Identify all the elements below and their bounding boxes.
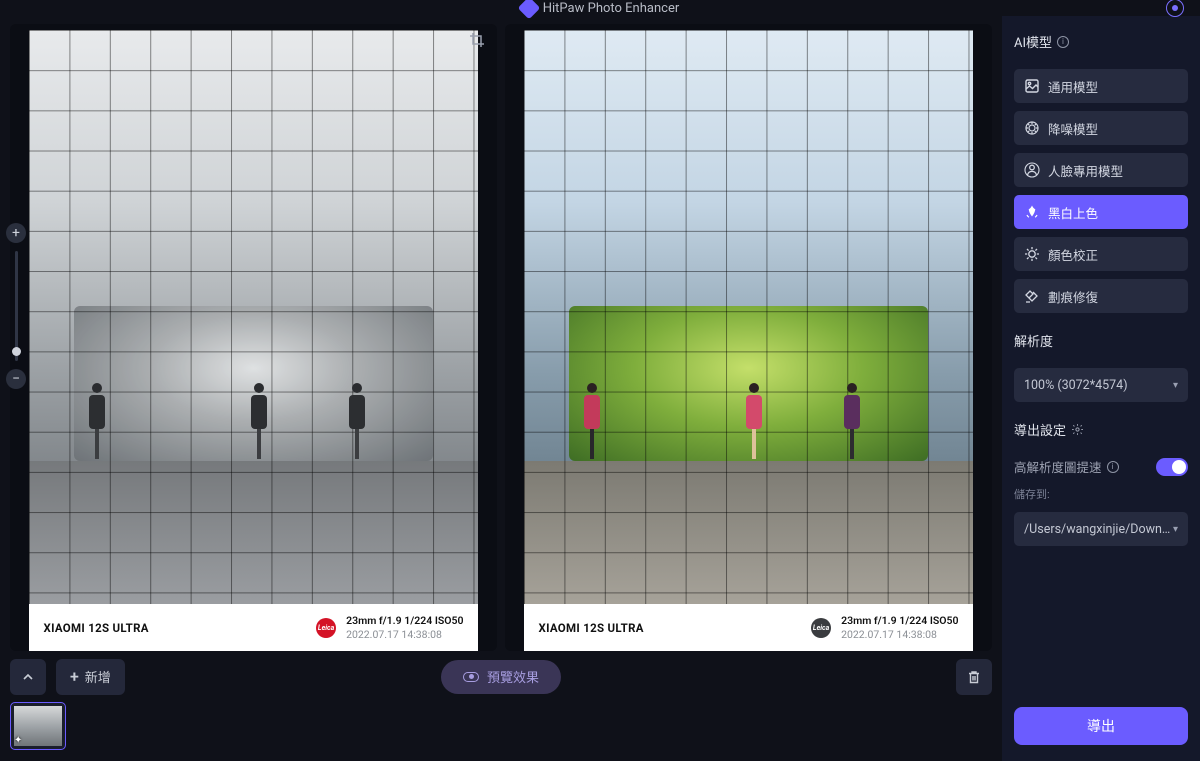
zoom-slider-track[interactable] — [15, 251, 18, 361]
delete-button[interactable] — [956, 659, 992, 695]
thumbnail[interactable]: ✦ — [10, 702, 66, 750]
hires-label: 高解析度圖提速 — [1014, 457, 1102, 476]
app-title: HitPaw Photo Enhancer — [543, 1, 680, 16]
save-path: /Users/wangxinjie/Downloads — [1024, 522, 1173, 537]
sidebar: AI模型 i 通用模型降噪模型人臉專用模型黑白上色顏色校正劃痕修復 解析度 10… — [1002, 16, 1200, 761]
model-icon — [1024, 120, 1040, 136]
resolution-title: 解析度 — [1014, 331, 1188, 350]
model-label: 人臉專用模型 — [1048, 161, 1123, 180]
info-icon[interactable]: i — [1057, 36, 1069, 48]
model-icon — [1024, 288, 1040, 304]
model-item-4[interactable]: 顏色校正 — [1014, 237, 1188, 271]
crop-icon[interactable] — [469, 32, 485, 48]
zoom-slider-thumb[interactable] — [12, 347, 21, 356]
model-icon — [1024, 162, 1040, 178]
model-item-2[interactable]: 人臉專用模型 — [1014, 153, 1188, 187]
result-image — [524, 30, 972, 604]
info-icon[interactable]: i — [1107, 461, 1119, 473]
camera-model: XIAOMI 12S ULTRA — [43, 621, 306, 635]
leica-badge-icon: Leica — [811, 618, 831, 638]
resolution-value: 100% (3072*4574) — [1024, 378, 1128, 393]
add-button[interactable]: + 新增 — [56, 659, 125, 695]
model-icon — [1024, 246, 1040, 262]
chevron-down-icon: ▾ — [1173, 380, 1178, 391]
thumbnail-strip: ✦ — [10, 695, 992, 751]
resolution-select[interactable]: 100% (3072*4574) ▾ — [1014, 368, 1188, 402]
gear-icon[interactable] — [1071, 423, 1084, 436]
collapse-button[interactable] — [10, 659, 46, 695]
model-label: 顏色校正 — [1048, 245, 1098, 264]
model-item-3[interactable]: 黑白上色 — [1014, 195, 1188, 229]
leica-badge-icon: Leica — [316, 618, 336, 638]
original-panel: XIAOMI 12S ULTRA Leica 23mm f/1.9 1/224 … — [10, 24, 497, 651]
compare-area: + − XIAOMI 12S ULTRA — [10, 24, 992, 651]
save-to-label: 儲存到: — [1014, 486, 1188, 502]
model-label: 通用模型 — [1048, 77, 1098, 96]
model-item-5[interactable]: 劃痕修復 — [1014, 279, 1188, 313]
model-label: 降噪模型 — [1048, 119, 1098, 138]
export-settings-title: 導出設定 — [1014, 420, 1188, 439]
add-label: 新增 — [85, 667, 111, 686]
zoom-out-button[interactable]: − — [6, 369, 26, 389]
export-button[interactable]: 導出 — [1014, 707, 1188, 745]
bottom-toolbar: + 新增 預覽效果 — [10, 659, 992, 695]
exif-info: 23mm f/1.9 1/224 ISO50 — [841, 614, 958, 627]
original-image — [29, 30, 477, 604]
model-item-1[interactable]: 降噪模型 — [1014, 111, 1188, 145]
ai-models-title: AI模型 i — [1014, 32, 1188, 51]
hires-toggle[interactable] — [1156, 458, 1188, 476]
exif-info: 23mm f/1.9 1/224 ISO50 — [346, 614, 463, 627]
zoom-in-button[interactable]: + — [6, 223, 26, 243]
original-caption: XIAOMI 12S ULTRA Leica 23mm f/1.9 1/224 … — [29, 604, 477, 650]
model-label: 劃痕修復 — [1048, 287, 1098, 306]
result-caption: XIAOMI 12S ULTRA Leica 23mm f/1.9 1/224 … — [524, 604, 972, 650]
result-panel: XIAOMI 12S ULTRA Leica 23mm f/1.9 1/224 … — [505, 24, 992, 651]
chevron-down-icon: ▾ — [1173, 524, 1178, 535]
save-path-select[interactable]: /Users/wangxinjie/Downloads ▾ — [1014, 512, 1188, 546]
profile-icon[interactable] — [1166, 0, 1184, 17]
model-icon — [1024, 204, 1040, 220]
model-label: 黑白上色 — [1048, 203, 1098, 222]
eye-icon — [463, 672, 479, 682]
photo-timestamp: 2022.07.17 14:38:08 — [841, 628, 958, 641]
model-icon — [1024, 78, 1040, 94]
zoom-control: + − — [6, 223, 26, 389]
preview-button[interactable]: 預覽效果 — [441, 660, 561, 694]
model-item-0[interactable]: 通用模型 — [1014, 69, 1188, 103]
preview-label: 預覽效果 — [487, 667, 539, 686]
titlebar: HitPaw Photo Enhancer — [0, 0, 1200, 16]
photo-timestamp: 2022.07.17 14:38:08 — [346, 628, 463, 641]
thumbnail-selected-icon: ✦ — [14, 735, 22, 746]
camera-model: XIAOMI 12S ULTRA — [538, 621, 801, 635]
